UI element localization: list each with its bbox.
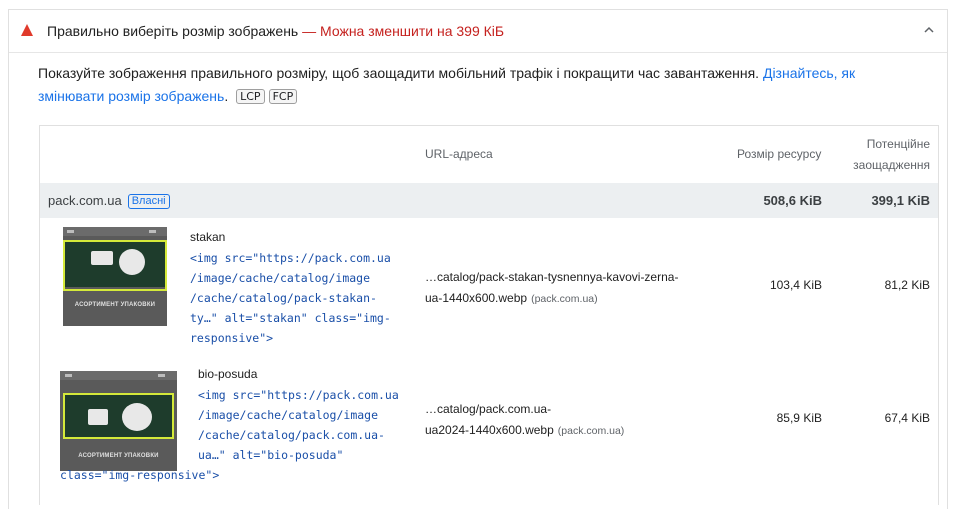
url-line2-text: ua-1440x600.webp bbox=[425, 291, 528, 305]
image-thumbnail[interactable]: АСОРТИМЕНТ УПАКОВКИ bbox=[60, 371, 177, 471]
table-row[interactable]: АСОРТИМЕНТ УПАКОВКИ stakan <img src="htt… bbox=[40, 218, 938, 356]
header-savings-line2: заощадження bbox=[853, 158, 930, 172]
image-thumbnail[interactable]: АСОРТИМЕНТ УПАКОВКИ bbox=[63, 227, 167, 326]
node-snippet[interactable]: <img src="https://pack.com.ua/image/cach… bbox=[190, 248, 391, 348]
thumb-caption: АСОРТИМЕНТ УПАКОВКИ bbox=[78, 453, 159, 459]
audit-panel: Правильно виберіть розмір зображень — Мо… bbox=[8, 9, 948, 509]
node-label: stakan bbox=[190, 230, 226, 244]
node-snippet[interactable]: <img src="https://pack.com.ua/image/cach… bbox=[198, 385, 399, 465]
thumb-highlight-box bbox=[63, 393, 174, 439]
resource-size: 103,4 KiB bbox=[769, 278, 822, 292]
metric-chip-fcp[interactable]: FCP bbox=[268, 89, 298, 104]
url-line2: ua2024-1440x600.webp (pack.com.ua) bbox=[425, 420, 695, 442]
table-header: URL-адреса Розмір ресурсу Потенційне зао… bbox=[40, 126, 938, 183]
snippet-line: /image/cache/catalog/image bbox=[198, 408, 379, 422]
first-party-badge: Власні bbox=[127, 194, 170, 209]
resource-url[interactable]: …catalog/pack-stakan-tysnennya-kavovi-ze… bbox=[425, 267, 695, 310]
fail-triangle-icon bbox=[21, 24, 33, 36]
header-url: URL-адреса bbox=[425, 147, 493, 161]
thumb-caption: АСОРТИМЕНТ УПАКОВКИ bbox=[74, 302, 156, 308]
table-row[interactable]: АСОРТИМЕНТ УПАКОВКИ bio-posuda <img src=… bbox=[40, 356, 938, 506]
audit-header[interactable]: Правильно виберіть розмір зображень — Мо… bbox=[9, 10, 947, 53]
snippet-line: <img src="https://pack.com.ua bbox=[190, 251, 391, 265]
snippet-line: ua…" alt="bio-posuda" bbox=[198, 448, 344, 462]
snippet-line: responsive"> bbox=[190, 331, 274, 345]
url-line1: …catalog/pack-stakan-tysnennya-kavovi-ze… bbox=[425, 270, 679, 284]
potential-savings: 67,4 KiB bbox=[884, 411, 930, 425]
chevron-up-icon[interactable] bbox=[921, 22, 937, 38]
potential-savings: 81,2 KiB bbox=[884, 278, 930, 292]
header-savings: Потенційне заощадження bbox=[849, 134, 930, 176]
node-snippet-continued: class="img-responsive"> bbox=[60, 468, 220, 482]
snippet-line: /cache/catalog/pack-stakan- bbox=[190, 291, 377, 305]
url-line2: ua-1440x600.webp (pack.com.ua) bbox=[425, 288, 695, 310]
audit-title-text: Правильно виберіть розмір зображень bbox=[47, 23, 299, 39]
snippet-line: /image/cache/catalog/image bbox=[190, 271, 371, 285]
description-period: . bbox=[224, 88, 229, 104]
url-line2-text: ua2024-1440x600.webp bbox=[425, 423, 554, 437]
details-table: URL-адреса Розмір ресурсу Потенційне зао… bbox=[39, 125, 939, 505]
resource-url[interactable]: …catalog/pack.com.ua- ua2024-1440x600.we… bbox=[425, 399, 695, 442]
snippet-line: ty…" alt="stakan" class="img- bbox=[190, 311, 391, 325]
audit-savings: — Можна зменшити на 399 КіБ bbox=[302, 23, 505, 39]
group-savings: 399,1 KiB bbox=[871, 193, 930, 208]
url-line1: …catalog/pack.com.ua- bbox=[425, 402, 552, 416]
thumb-nav-bar bbox=[63, 227, 167, 236]
group-row: pack.com.ua Власні 508,6 KiB 399,1 KiB bbox=[40, 183, 938, 218]
url-origin: (pack.com.ua) bbox=[531, 293, 598, 305]
group-domain: pack.com.ua bbox=[48, 193, 122, 208]
snippet-line: <img src="https://pack.com.ua bbox=[198, 388, 399, 402]
group-name: pack.com.ua Власні bbox=[48, 193, 170, 209]
node-label: bio-posuda bbox=[198, 367, 258, 381]
group-size: 508,6 KiB bbox=[763, 193, 822, 208]
thumb-nav-bar bbox=[60, 371, 177, 380]
header-size: Розмір ресурсу bbox=[737, 147, 822, 161]
audit-title: Правильно виберіть розмір зображень — Мо… bbox=[47, 23, 504, 39]
metric-chip-lcp[interactable]: LCP bbox=[236, 89, 265, 104]
header-savings-line1: Потенційне bbox=[866, 137, 930, 151]
snippet-line: /cache/catalog/pack.com.ua- bbox=[198, 428, 385, 442]
resource-size: 85,9 KiB bbox=[776, 411, 822, 425]
audit-description: Показуйте зображення правильного розміру… bbox=[38, 62, 918, 108]
url-origin: (pack.com.ua) bbox=[557, 425, 625, 437]
thumb-highlight-box bbox=[63, 240, 167, 291]
description-text: Показуйте зображення правильного розміру… bbox=[38, 65, 763, 81]
